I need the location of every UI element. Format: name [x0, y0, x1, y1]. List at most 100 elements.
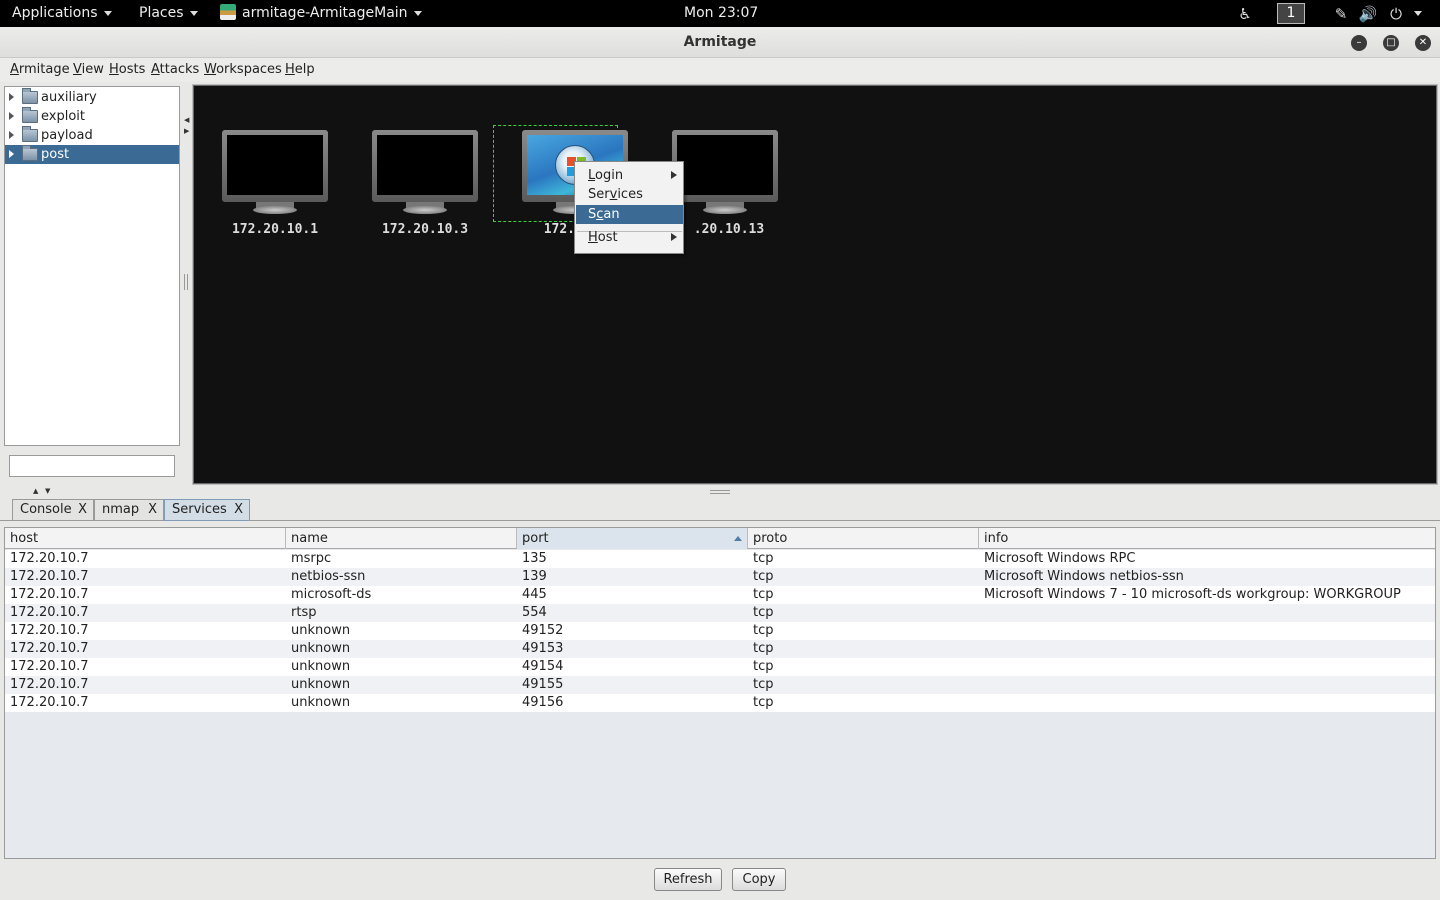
cell-host: 172.20.10.7	[10, 677, 89, 692]
cell-port: 135	[522, 551, 547, 566]
workspace-indicator[interactable]: 1	[1277, 3, 1305, 24]
folder-icon	[22, 88, 38, 104]
applications-menu[interactable]: Applications	[12, 0, 112, 27]
host-node[interactable]: 172.20.10.3	[352, 126, 502, 246]
cell-host: 172.20.10.7	[10, 695, 89, 710]
table-row[interactable]: 172.20.10.7 unknown 49156 tcp	[5, 694, 1435, 712]
tree-item-exploit[interactable]: exploit	[5, 107, 179, 126]
tab-label: nmap	[102, 502, 140, 517]
tree-item-label: exploit	[41, 109, 85, 124]
host-node[interactable]: 172.20.10.1	[202, 126, 352, 246]
monitor-icon	[672, 130, 778, 202]
power-icon[interactable]: ⏻	[1386, 4, 1406, 24]
applications-label: Applications	[12, 5, 98, 21]
system-menu-chevron[interactable]	[1408, 0, 1422, 27]
cell-port: 445	[522, 587, 547, 602]
cell-port: 49156	[522, 695, 564, 710]
menu-item-services[interactable]: Services	[576, 185, 683, 204]
active-window-label: armitage-ArmitageMain	[242, 5, 408, 21]
network-icon[interactable]: ✎	[1331, 4, 1351, 24]
places-menu[interactable]: Places	[139, 0, 198, 27]
tab-close-button[interactable]: X	[78, 500, 87, 520]
table-row[interactable]: 172.20.10.7 unknown 49154 tcp	[5, 658, 1435, 676]
tab-close-button[interactable]: X	[234, 500, 243, 520]
cell-info: Microsoft Windows netbios-ssn	[984, 569, 1184, 584]
tree-item-post[interactable]: post	[5, 145, 179, 164]
targets-graph[interactable]: 172.20.10.1 172.20.10.3 172.20.1 .20.10.…	[192, 84, 1438, 485]
cell-name: unknown	[291, 695, 351, 710]
menu-view[interactable]: View	[73, 62, 104, 77]
maximize-button[interactable]: □	[1383, 35, 1399, 51]
places-label: Places	[139, 5, 184, 21]
column-header-proto[interactable]: proto	[748, 528, 979, 549]
cell-name: unknown	[291, 641, 351, 656]
cell-port: 49153	[522, 641, 564, 656]
refresh-button[interactable]: Refresh	[654, 868, 722, 891]
clock[interactable]: Mon 23:07	[684, 0, 758, 27]
accessibility-icon[interactable]: ♿	[1235, 4, 1255, 24]
sort-ascending-icon	[734, 536, 742, 541]
cell-host: 172.20.10.7	[10, 587, 89, 602]
module-search-input[interactable]	[9, 455, 175, 477]
tree-item-payload[interactable]: payload	[5, 126, 179, 145]
system-top-bar: Applications Places armitage-ArmitageMai…	[0, 0, 1440, 27]
menu-workspaces[interactable]: Workspaces	[204, 62, 282, 77]
table-row[interactable]: 172.20.10.7 unknown 49153 tcp	[5, 640, 1435, 658]
expand-down-icon[interactable]: ▼	[45, 487, 50, 495]
cell-proto: tcp	[753, 569, 774, 584]
table-row[interactable]: 172.20.10.7 rtsp 554 tcp	[5, 604, 1435, 622]
close-button[interactable]: ✕	[1415, 35, 1431, 51]
chevron-down-icon	[103, 10, 112, 16]
tree-item-label: post	[41, 147, 70, 162]
splitter-grip[interactable]	[710, 490, 730, 494]
column-header-host[interactable]: host	[5, 528, 286, 549]
folder-icon	[22, 145, 38, 161]
vertical-splitter-handle[interactable]	[184, 274, 188, 290]
menu-hosts[interactable]: Hosts	[109, 62, 145, 77]
menu-item-scan[interactable]: Scan	[576, 205, 683, 224]
cell-name: msrpc	[291, 551, 332, 566]
expand-right-icon[interactable]: ▶	[184, 127, 189, 135]
column-header-name[interactable]: name	[286, 528, 517, 549]
menu-help[interactable]: Help	[285, 62, 315, 77]
collapse-left-icon[interactable]: ◀	[184, 116, 189, 124]
table-row[interactable]: 172.20.10.7 msrpc 135 tcp Microsoft Windows …	[5, 550, 1435, 568]
tab-services[interactable]: Services X	[164, 499, 250, 521]
expand-arrow-icon[interactable]	[9, 150, 14, 158]
tab-nmap[interactable]: nmap X	[94, 499, 164, 521]
column-header-info[interactable]: info	[979, 528, 1435, 549]
expand-arrow-icon[interactable]	[9, 112, 14, 120]
chevron-down-icon	[189, 10, 198, 16]
monitor-icon	[372, 130, 478, 202]
expand-arrow-icon[interactable]	[9, 131, 14, 139]
active-window-menu[interactable]: armitage-ArmitageMain	[220, 0, 422, 27]
services-table: host name port proto info 172.20.10.7 msr…	[4, 527, 1436, 859]
table-row[interactable]: 172.20.10.7 microsoft-ds 445 tcp Microsoft W…	[5, 586, 1435, 604]
table-row[interactable]: 172.20.10.7 netbios-ssn 139 tcp Microsoft Wi…	[5, 568, 1435, 586]
window-title-bar[interactable]: Armitage – □ ✕	[0, 27, 1440, 58]
menu-armitage[interactable]: Armitage	[10, 62, 70, 77]
tab-console[interactable]: Console X	[12, 499, 94, 521]
table-row[interactable]: 172.20.10.7 unknown 49152 tcp	[5, 622, 1435, 640]
collapse-up-icon[interactable]: ▲	[33, 487, 38, 495]
tree-item-auxiliary[interactable]: auxiliary	[5, 88, 179, 107]
menu-item-host[interactable]: Host	[576, 228, 683, 247]
cell-proto: tcp	[753, 695, 774, 710]
menu-attacks[interactable]: Attacks	[151, 62, 199, 77]
tab-close-button[interactable]: X	[148, 500, 157, 520]
minimize-button[interactable]: –	[1351, 35, 1367, 51]
menu-item-login[interactable]: Login	[576, 166, 683, 185]
horizontal-splitter[interactable]: ▲ ▼	[0, 487, 1440, 496]
table-row[interactable]: 172.20.10.7 unknown 49155 tcp	[5, 676, 1435, 694]
tree-item-label: payload	[41, 128, 93, 143]
volume-icon[interactable]: 🔊	[1358, 4, 1378, 24]
expand-arrow-icon[interactable]	[9, 93, 14, 101]
monitor-icon	[222, 130, 328, 202]
cell-host: 172.20.10.7	[10, 623, 89, 638]
cell-proto: tcp	[753, 677, 774, 692]
cell-name: unknown	[291, 677, 351, 692]
copy-button[interactable]: Copy	[732, 868, 786, 891]
column-header-port[interactable]: port	[517, 528, 748, 549]
window-title: Armitage	[683, 34, 757, 50]
chevron-down-icon	[413, 10, 422, 16]
